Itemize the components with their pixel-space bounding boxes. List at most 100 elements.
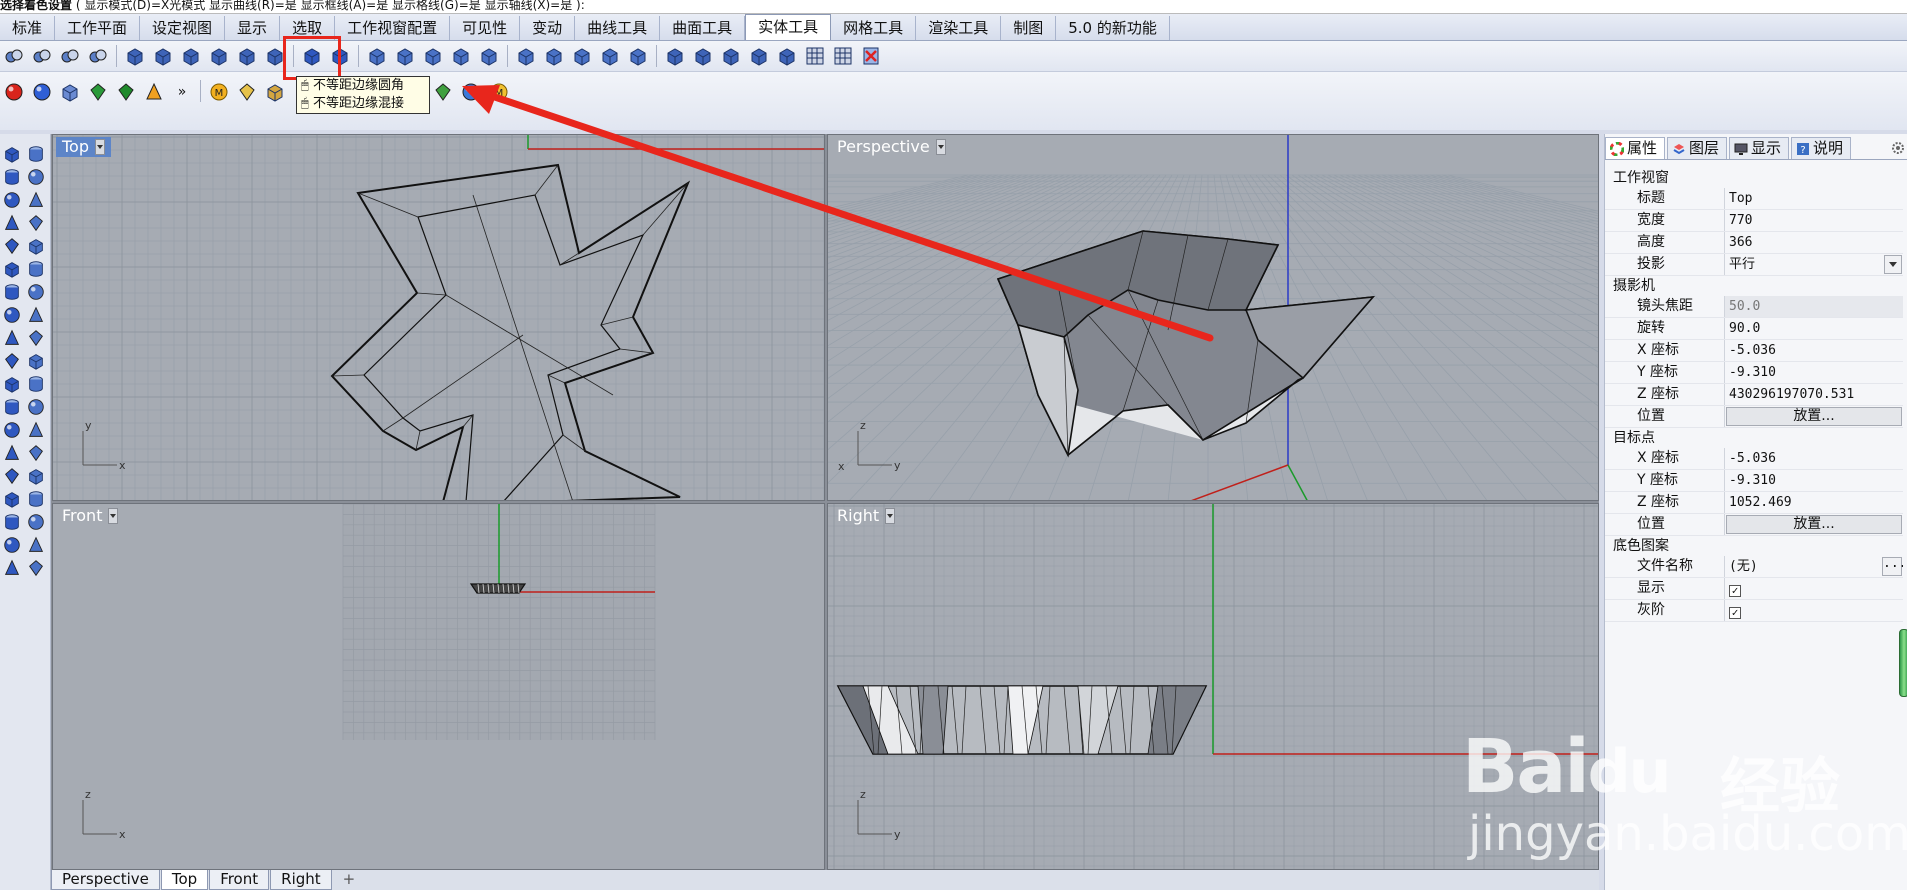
panel-tab-properties[interactable]: 属性 (1605, 137, 1666, 159)
cone-tool-1-button[interactable] (2, 443, 24, 465)
box-tool-2-button[interactable] (26, 374, 48, 396)
extrude-tool-1-button[interactable] (2, 466, 24, 488)
rectangle-tool-2-button[interactable] (26, 328, 48, 350)
prop-filename-field[interactable]: (无)... (1725, 556, 1903, 577)
boolean-split-button[interactable] (86, 44, 110, 68)
prop-title-field[interactable]: Top (1725, 188, 1903, 209)
circle-tool-2-button[interactable] (26, 282, 48, 304)
viewport-perspective[interactable]: Perspective zyx (827, 134, 1599, 501)
prop-camera-y-field[interactable]: -9.310 (1725, 362, 1903, 383)
chevron-down-icon[interactable] (935, 139, 946, 155)
prop-projection-select[interactable]: 平行 (1725, 254, 1903, 275)
loft-tool-2-button[interactable] (26, 489, 48, 511)
viewport-top[interactable]: Top yx (52, 134, 825, 501)
viewport-tab-perspective[interactable]: Perspective (51, 870, 160, 890)
command-options[interactable]: ( 显示模式(D)=X光模式 显示曲线(R)=是 显示框线(A)=是 显示格线(… (76, 0, 585, 12)
viewport-perspective-label[interactable]: Perspective (831, 137, 952, 157)
cone-orange-button[interactable] (142, 80, 166, 104)
curve-tool-1-button[interactable] (2, 236, 24, 258)
viewport-front[interactable]: Front zx (52, 503, 825, 870)
tab-viewport-layout[interactable]: 工作视窗配置 (335, 16, 451, 40)
chevron-down-icon[interactable] (95, 139, 105, 155)
prop-target-y-field[interactable]: -9.310 (1725, 470, 1903, 491)
tab-cplanes[interactable]: 工作平面 (55, 16, 141, 40)
array-hole-button[interactable] (626, 44, 650, 68)
extract-surface-button[interactable] (151, 44, 175, 68)
tab-visibility[interactable]: 可见性 (450, 16, 521, 40)
tab-standard[interactable]: 标准 (0, 16, 56, 40)
target-place-button[interactable]: 放置... (1726, 515, 1902, 534)
gem-green-button[interactable] (86, 80, 110, 104)
round-hole-button[interactable] (542, 44, 566, 68)
tab-display[interactable]: 显示 (225, 16, 281, 40)
prop-width-field[interactable]: 770 (1725, 210, 1903, 231)
boolean-difference-button[interactable] (30, 44, 54, 68)
prop-camera-z-field[interactable]: 430296197070.531 (1725, 384, 1903, 405)
tab-drafting[interactable]: 制图 (1001, 16, 1057, 40)
grid-button[interactable] (803, 44, 827, 68)
solid-edit-button[interactable] (477, 44, 501, 68)
sign-button[interactable] (263, 80, 287, 104)
polyline-tool-1-button[interactable] (2, 190, 24, 212)
polyline-tool-2-button[interactable] (26, 190, 48, 212)
mesh-outline-button[interactable] (58, 80, 82, 104)
cylinder-tool-1-button[interactable] (2, 397, 24, 419)
viewport-tab-front[interactable]: Front (209, 870, 270, 890)
tab-mesh-tools[interactable]: 网格工具 (831, 16, 917, 40)
cylinder-tool-2-button[interactable] (26, 397, 48, 419)
sphere-blue-button[interactable] (30, 80, 54, 104)
arc-tool-2-button[interactable] (26, 259, 48, 281)
add-viewport-tab-button[interactable]: + (333, 870, 366, 889)
tag-button[interactable] (235, 80, 259, 104)
browse-button[interactable]: ... (1882, 557, 1903, 576)
select-tool-1-button[interactable] (2, 144, 24, 166)
gear-icon[interactable] (1890, 140, 1906, 156)
ellipse-tool-2-button[interactable] (26, 305, 48, 327)
pipe-tool-1-button[interactable] (2, 558, 24, 580)
viewport-right-label[interactable]: Right (831, 506, 901, 526)
chevron-down-icon[interactable] (885, 508, 896, 524)
place-hole-button[interactable] (570, 44, 594, 68)
arc-tool-1-button[interactable] (2, 259, 24, 281)
viewport-tab-right[interactable]: Right (270, 870, 332, 890)
pipe-tool-2-button[interactable] (26, 558, 48, 580)
cone-tool-2-button[interactable] (26, 443, 48, 465)
command-line[interactable]: 选择着色设置 ( 显示模式(D)=X光模式 显示曲线(R)=是 显示框线(A)=… (0, 0, 1907, 14)
ellipse-tool-1-button[interactable] (2, 305, 24, 327)
box-tool-1-button[interactable] (2, 374, 24, 396)
panel-scrollbar-thumb[interactable] (1899, 629, 1907, 697)
tab-curve-tools[interactable]: 曲线工具 (575, 16, 661, 40)
prop-height-field[interactable]: 366 (1725, 232, 1903, 253)
prop-target-x-field[interactable]: -5.036 (1725, 448, 1903, 469)
show-checkbox[interactable]: ✓ (1729, 585, 1741, 597)
tab-solid-tools[interactable]: 实体工具 (745, 14, 832, 40)
extrude-tool-2-button[interactable] (26, 466, 48, 488)
cap-planar-holes-button[interactable] (123, 44, 147, 68)
shield-green-button[interactable] (114, 80, 138, 104)
chevron-down-icon[interactable] (1884, 255, 1902, 274)
curve-tool-2-button[interactable] (26, 236, 48, 258)
tab-transform[interactable]: 变动 (520, 16, 576, 40)
tab-new-in-v5[interactable]: 5.0 的新功能 (1056, 16, 1170, 40)
viewport-tab-top[interactable]: Top (160, 870, 209, 890)
fold-face-button[interactable] (421, 44, 445, 68)
panel-tab-display[interactable]: 显示 (1729, 137, 1790, 159)
more-tools-button[interactable]: » (170, 80, 194, 104)
split-face-button[interactable] (393, 44, 417, 68)
move-edge-button[interactable] (365, 44, 389, 68)
select-tool-2-button[interactable] (26, 144, 48, 166)
render-button[interactable] (459, 80, 483, 104)
boundary-button[interactable] (747, 44, 771, 68)
point-tool-1-button[interactable] (2, 167, 24, 189)
sweep-tool-1-button[interactable] (2, 535, 24, 557)
camera-place-button[interactable]: 放置... (1726, 407, 1902, 426)
viewport-front-label[interactable]: Front (56, 506, 124, 526)
boolean-union-button[interactable] (2, 44, 26, 68)
prop-rotation-field[interactable]: 90.0 (1725, 318, 1903, 339)
create-hole-button[interactable] (514, 44, 538, 68)
point-tool-2-button[interactable] (26, 167, 48, 189)
shell-button[interactable] (207, 44, 231, 68)
text-object-button[interactable] (663, 44, 687, 68)
sphere-tool-1-button[interactable] (2, 420, 24, 442)
boolean-intersection-button[interactable] (58, 44, 82, 68)
